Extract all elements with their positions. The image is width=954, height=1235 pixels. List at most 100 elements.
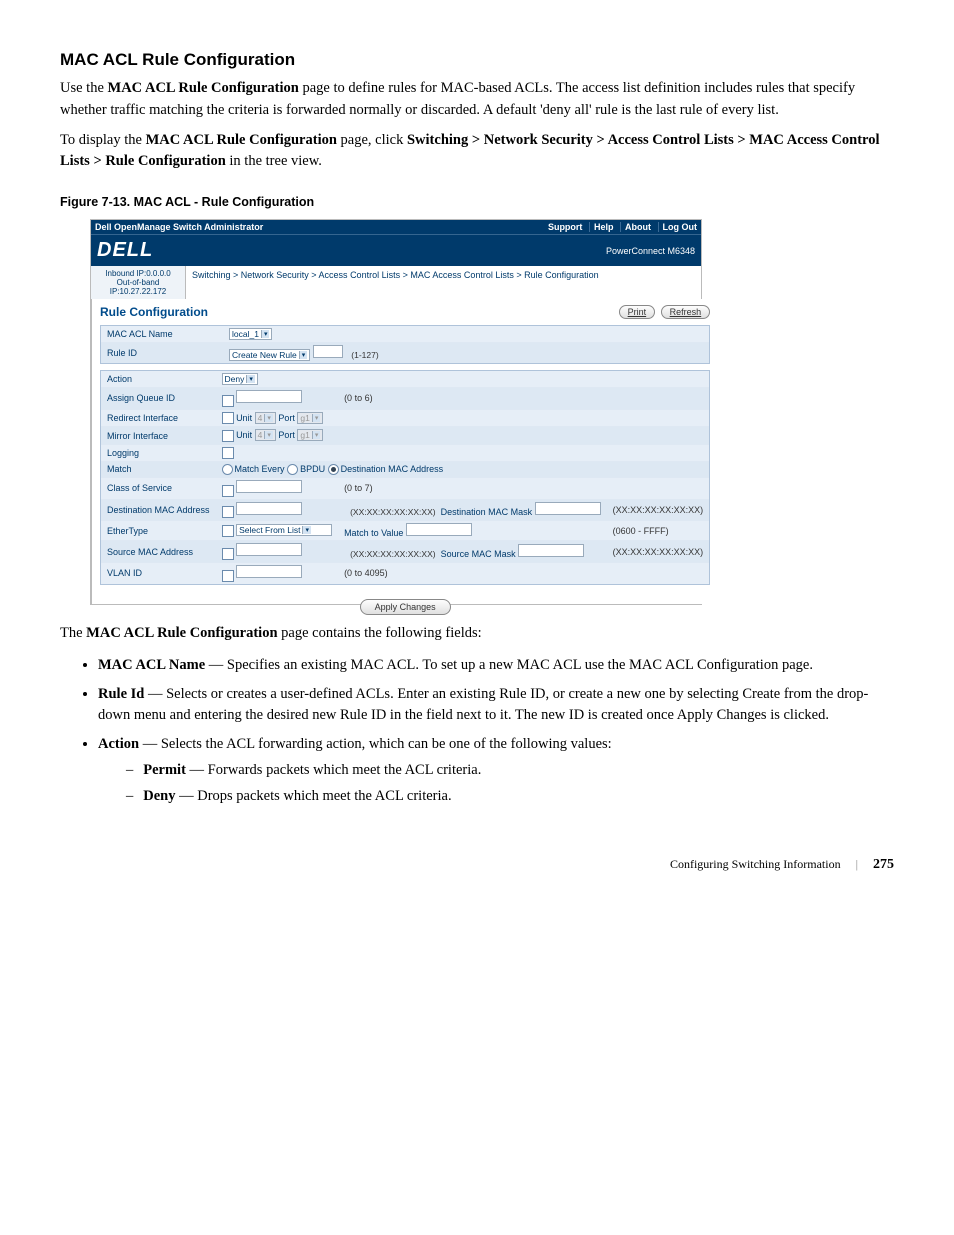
match-bpdu-radio[interactable] [287, 464, 298, 475]
logging-checkbox[interactable] [222, 447, 234, 459]
text: page, click [337, 132, 407, 148]
tree-node[interactable]: Rule Config [91, 434, 92, 446]
cos-input[interactable] [236, 480, 302, 493]
dell-logo: DELL [97, 239, 153, 262]
print-button[interactable]: Print [619, 305, 656, 319]
srcmac-input[interactable] [236, 543, 302, 556]
ethertype-select[interactable]: Select From List▾ [236, 524, 332, 536]
dstmac-checkbox[interactable] [222, 506, 234, 518]
apply-changes-button[interactable]: Apply Changes [360, 599, 451, 615]
tree-node[interactable]: +IP Access Co [91, 398, 92, 410]
tree-node[interactable]: Configurati [91, 422, 92, 434]
link-help[interactable]: Help [589, 222, 614, 232]
field-list: MAC ACL Name — Specifies an existing MAC… [60, 655, 894, 807]
text: Use the [60, 80, 108, 96]
tree-node[interactable]: −MAC Access [91, 410, 92, 422]
dstmask-hint: (XX:XX:XX:XX:XX:XX) [607, 499, 710, 521]
field-item-name: MAC ACL Name — Specifies an existing MAC… [98, 655, 894, 676]
tree-node[interactable]: 📁Home [91, 301, 92, 314]
section-title: MAC ACL Rule Configuration [60, 50, 894, 70]
link-support[interactable]: Support [544, 222, 583, 232]
port-label: Port [278, 413, 295, 423]
tree-node[interactable]: −Switching [91, 326, 92, 338]
tree-node[interactable]: Dot1x Authentic [91, 350, 92, 362]
tree-node[interactable]: +VLAN [91, 530, 92, 542]
main-panel: Rule Configuration Print Refresh MAC ACL… [92, 299, 718, 604]
unit-label: Unit [236, 413, 252, 423]
footer-section: Configuring Switching Information [670, 857, 841, 871]
match-every-radio[interactable] [222, 464, 233, 475]
match-every-label: Match Every [235, 464, 285, 474]
redirect-label: Redirect Interface [101, 409, 216, 427]
tree-node[interactable]: +Multicast Support [91, 566, 92, 578]
rule-id-input[interactable] [313, 345, 343, 358]
mac-acl-name-select[interactable]: local_1▾ [229, 328, 272, 340]
tree-node[interactable]: +Link Dependency [91, 590, 92, 602]
tree-node[interactable]: Port Security [91, 374, 92, 386]
rule-id-select[interactable]: Create New Rule▾ [229, 349, 310, 361]
tree-node[interactable]: +System [91, 314, 92, 326]
vlan-checkbox[interactable] [222, 570, 234, 582]
vlan-label: VLAN ID [101, 562, 216, 583]
apply-row: Apply Changes [100, 591, 710, 623]
redirect-unit-select[interactable]: 4▾ [255, 412, 276, 424]
ethertype-match-hint: (0600 - FFFF) [607, 521, 710, 541]
link-about[interactable]: About [620, 222, 651, 232]
text: in the tree view. [226, 153, 322, 169]
text: To display the [60, 132, 146, 148]
text-bold: MAC ACL Rule Configuration [108, 80, 299, 96]
srcmac-hint: (XX:XX:XX:XX:XX:XX) [344, 549, 436, 559]
tree-node[interactable]: Authenticated U [91, 362, 92, 374]
match-label: Match [101, 461, 216, 477]
ip-breadcrumb-bar: Inbound IP:0.0.0.0 Out-of-band IP:10.27.… [91, 266, 701, 299]
tree-node[interactable]: +IPv6 Access [91, 446, 92, 458]
ethertype-label: EtherType [101, 521, 216, 541]
dstmask-label: Destination MAC Mask [441, 507, 533, 517]
queue-label: Assign Queue ID [101, 388, 216, 410]
dstmac-input[interactable] [236, 502, 302, 515]
srcmask-hint: (XX:XX:XX:XX:XX:XX) [607, 541, 710, 563]
cos-checkbox[interactable] [222, 485, 234, 497]
logging-label: Logging [101, 444, 216, 461]
match-dstmac-radio[interactable] [328, 464, 339, 475]
redirect-port-select[interactable]: g1▾ [297, 412, 323, 424]
page-number: 275 [873, 857, 894, 872]
queue-checkbox[interactable] [222, 395, 234, 407]
ethertype-checkbox[interactable] [222, 525, 234, 537]
link-logout[interactable]: Log Out [658, 222, 698, 232]
tree-node[interactable]: Binding Config [91, 458, 92, 470]
redirect-checkbox[interactable] [222, 412, 234, 424]
tree-node[interactable]: +LLDP [91, 578, 92, 590]
srcmask-input[interactable] [518, 544, 584, 557]
text: page contains the following fields: [278, 625, 482, 641]
tree-node[interactable]: −Network Security [91, 338, 92, 350]
vlan-input[interactable] [236, 565, 302, 578]
ethertype-match-label: Match to Value [344, 528, 403, 538]
intro-paragraph-1: Use the MAC ACL Rule Configuration page … [60, 78, 894, 122]
mirror-checkbox[interactable] [222, 430, 234, 442]
tree-node[interactable]: +Voice VLAN [91, 542, 92, 554]
mirror-unit-select[interactable]: 4▾ [255, 429, 276, 441]
queue-input[interactable] [236, 390, 302, 403]
ethertype-value-input[interactable] [406, 523, 472, 536]
tree-node[interactable]: −Access Control L [91, 386, 92, 398]
nav-tree[interactable]: 📁Home+System−Switching−Network SecurityD… [91, 299, 92, 604]
dstmac-label: Destination MAC Address [101, 499, 216, 521]
tree-node[interactable]: +Ports [91, 470, 92, 482]
tree-node[interactable]: +GARP [91, 506, 92, 518]
tree-node[interactable]: +Link Aggregation [91, 554, 92, 566]
action-select[interactable]: Deny▾ [222, 373, 258, 385]
srcmac-checkbox[interactable] [222, 548, 234, 560]
intro-paragraph-2: To display the MAC ACL Rule Configuratio… [60, 130, 894, 174]
text-bold: MAC ACL Rule Configuration [86, 625, 277, 641]
text-bold: MAC ACL Rule Configuration [146, 132, 337, 148]
tree-node[interactable]: +Traffic Mirroring [91, 482, 92, 494]
refresh-button[interactable]: Refresh [661, 305, 711, 319]
vlan-hint: (0 to 4095) [338, 562, 607, 583]
mirror-port-select[interactable]: g1▾ [297, 429, 323, 441]
tree-node[interactable]: +Address Tables [91, 494, 92, 506]
cos-hint: (0 to 7) [338, 478, 607, 500]
srcmac-label: Source MAC Address [101, 541, 216, 563]
dstmask-input[interactable] [535, 502, 601, 515]
tree-node[interactable]: +Spanning Tree [91, 518, 92, 530]
